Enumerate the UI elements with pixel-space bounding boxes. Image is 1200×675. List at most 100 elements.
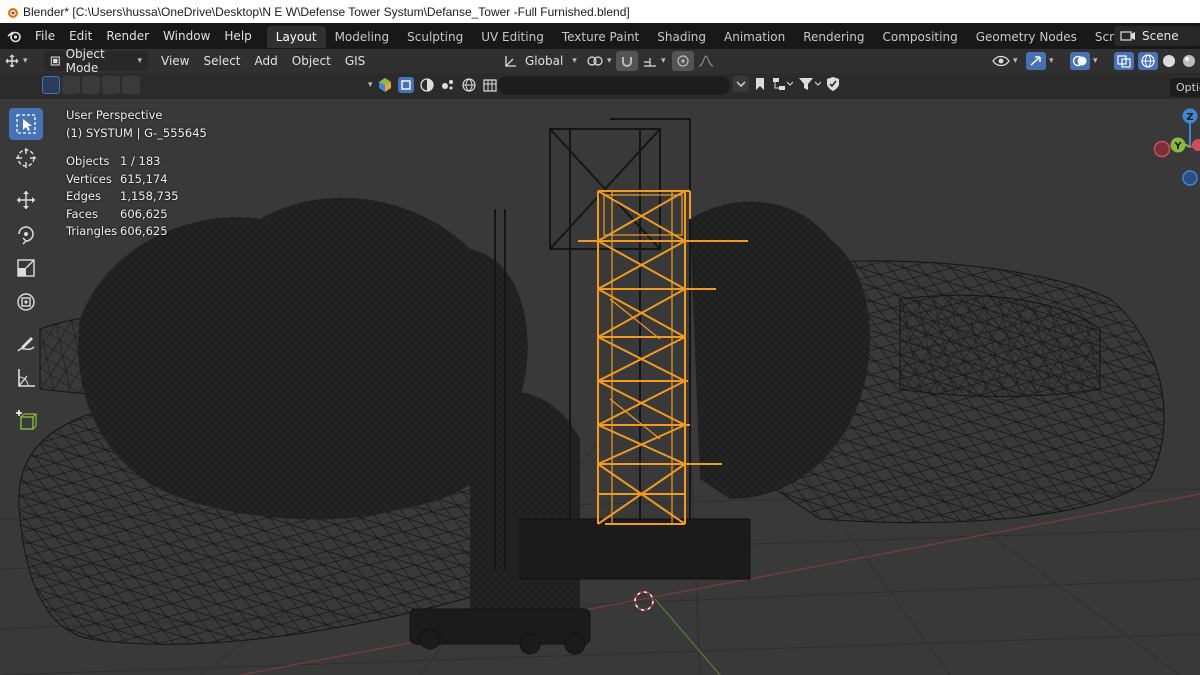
chevron-down-icon: ▾ (23, 56, 28, 66)
chevron-down-icon: ▾ (661, 56, 666, 66)
chevron-down-icon: ▾ (1049, 56, 1054, 66)
tab-modeling[interactable]: Modeling (326, 26, 399, 48)
chevron-down-icon: ▾ (1093, 56, 1098, 66)
rotate-tool[interactable] (9, 218, 43, 250)
move-tool[interactable] (9, 184, 43, 216)
overlays-icon (1070, 52, 1090, 70)
menu-help[interactable]: Help (217, 23, 258, 49)
layer-colors-icon[interactable] (376, 76, 394, 94)
menu-render[interactable]: Render (99, 23, 156, 49)
object-mode-selector[interactable]: Object Mode ▾ (44, 47, 148, 75)
neg-z-axis-handle[interactable] (1182, 170, 1198, 186)
transform-orientation-selector[interactable]: Global ▾ (498, 51, 581, 71)
eye-icon (992, 55, 1010, 67)
transform-icon (17, 293, 35, 311)
world-filter-icon[interactable] (460, 76, 478, 94)
material-shading-icon[interactable] (1180, 52, 1198, 70)
window-title: Blender* [C:\Users\hussa\OneDrive\Deskto… (23, 4, 630, 19)
annotate-tool[interactable] (9, 328, 43, 360)
x-axis-handle[interactable] (1192, 139, 1200, 151)
tab-shading[interactable]: Shading (648, 26, 715, 48)
cursor-icon (16, 148, 36, 168)
chevron-down-icon[interactable] (733, 76, 749, 92)
stat-label: Vertices (66, 171, 112, 186)
proportional-edit-toggle[interactable] (672, 51, 694, 71)
neg-x-axis-handle[interactable] (1153, 140, 1171, 158)
material-filter-icon[interactable] (418, 76, 436, 94)
editor-type-icon (5, 54, 19, 68)
select-box-tool[interactable] (9, 108, 43, 140)
stat-value: 615,174 (120, 171, 168, 186)
options-button[interactable]: Optio (1170, 78, 1200, 97)
select-intersect-button[interactable] (122, 76, 140, 94)
object-filter-icon[interactable] (397, 76, 415, 94)
pivot-point-selector[interactable]: ▾ (582, 51, 616, 71)
outliner-search-input[interactable] (498, 76, 730, 95)
tab-compositing[interactable]: Compositing (873, 26, 966, 48)
measure-tool[interactable] (9, 362, 43, 394)
stat-value: 1 / 183 (120, 154, 161, 168)
overlays-toggle[interactable]: ▾ (1066, 51, 1102, 71)
measure-icon (18, 369, 35, 387)
stat-edges: Edges 1,158,735 (66, 188, 207, 206)
bookmark-icon[interactable] (753, 76, 767, 92)
z-axis-label: Z (1186, 112, 1193, 123)
hierarchy-icon[interactable] (771, 76, 793, 92)
gizmo-toggle[interactable]: ▾ (1022, 51, 1058, 71)
scale-icon (17, 259, 35, 277)
menu-edit[interactable]: Edit (62, 23, 99, 49)
menu-add[interactable]: Add (248, 48, 285, 74)
menu-select[interactable]: Select (196, 48, 247, 74)
snap-icon (622, 57, 632, 67)
wireframe-shading-icon[interactable] (1138, 52, 1158, 70)
snap-toggle[interactable] (616, 51, 638, 71)
stat-value: 606,625 (120, 224, 168, 238)
menu-file[interactable]: File (28, 23, 62, 49)
menu-window[interactable]: Window (156, 23, 217, 49)
add-cube-icon (16, 410, 37, 430)
tab-rendering[interactable]: Rendering (794, 26, 873, 48)
stat-label: Triangles (66, 224, 118, 238)
blender-logo-icon[interactable] (0, 29, 28, 43)
tab-uv-editing[interactable]: UV Editing (472, 26, 553, 48)
cursor-tool[interactable] (9, 142, 43, 174)
add-cube-tool[interactable] (9, 404, 43, 436)
filter-icon[interactable] (797, 76, 821, 92)
texture-filter-icon[interactable] (481, 76, 499, 94)
select-new-button[interactable] (42, 76, 60, 94)
shield-icon[interactable] (825, 76, 841, 92)
stat-label: Edges (66, 189, 101, 203)
transform-tool[interactable] (9, 286, 43, 318)
stat-triangles: Triangles 606,625 (66, 223, 207, 241)
stat-label: Faces (66, 206, 98, 221)
particles-filter-icon[interactable] (439, 76, 457, 94)
visibility-icons: ▾ (368, 76, 520, 94)
snap-target-selector[interactable]: ▾ (638, 51, 670, 71)
tab-texture-paint[interactable]: Texture Paint (553, 26, 648, 48)
menu-view[interactable]: View (154, 48, 196, 74)
chevron-down-icon: ▾ (607, 56, 612, 66)
select-invert-button[interactable] (102, 76, 120, 94)
viewport-header: ▾ Object Mode ▾ View Select Add Object G… (0, 47, 1200, 75)
chevron-down-icon[interactable]: ▾ (368, 80, 373, 90)
view-object-types-selector[interactable]: ▾ (988, 51, 1022, 71)
select-subtract-button[interactable] (82, 76, 100, 94)
tab-geometry-nodes[interactable]: Geometry Nodes (967, 26, 1086, 48)
pivot-icon (587, 56, 603, 66)
chevron-down-icon: ▾ (572, 56, 577, 66)
gizmo-icon (1026, 52, 1046, 70)
scale-tool[interactable] (9, 252, 43, 284)
tab-layout[interactable]: Layout (266, 26, 326, 48)
menu-object[interactable]: Object (285, 48, 338, 74)
editor-type-button[interactable]: ▾ (0, 51, 40, 71)
navigation-gizmo[interactable]: Z Y (1148, 105, 1200, 195)
tab-sculpting[interactable]: Sculpting (398, 26, 472, 48)
scene-selector[interactable]: Scene (1114, 26, 1200, 46)
rotate-icon (18, 226, 34, 245)
select-box-icon (16, 114, 36, 134)
menu-gis[interactable]: GIS (338, 48, 372, 74)
solid-shading-icon[interactable] (1160, 52, 1178, 70)
tab-animation[interactable]: Animation (715, 26, 794, 48)
falloff-selector[interactable] (694, 51, 718, 71)
select-extend-button[interactable] (62, 76, 80, 94)
